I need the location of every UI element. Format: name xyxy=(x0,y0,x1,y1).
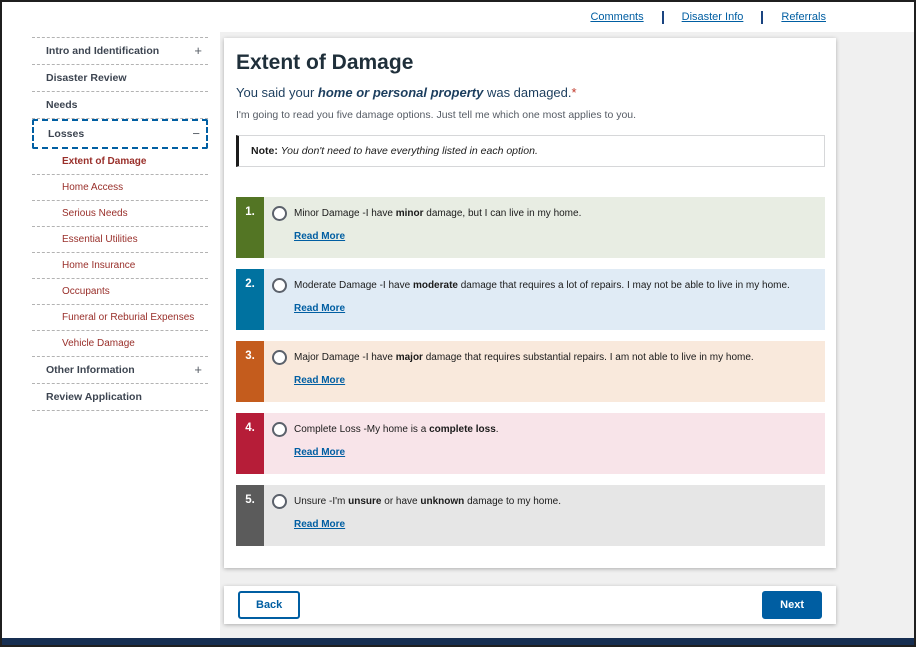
link-separator xyxy=(662,11,664,24)
main-card: Extent of Damage You said your home or p… xyxy=(224,38,836,568)
read-more-link[interactable]: Read More xyxy=(294,447,345,458)
sidebar-item-disaster-review[interactable]: Disaster Review xyxy=(32,65,208,92)
back-button[interactable]: Back xyxy=(238,591,300,619)
read-more-link[interactable]: Read More xyxy=(294,303,345,314)
sidebar-subitem-funeral-or-reburial-expenses[interactable]: Funeral or Reburial Expenses xyxy=(32,305,208,331)
radio-button[interactable] xyxy=(272,422,287,437)
radio-button[interactable] xyxy=(272,350,287,365)
sidebar-item-label: Losses xyxy=(48,128,84,140)
sidebar-subitem-vehicle-damage[interactable]: Vehicle Damage xyxy=(32,331,208,357)
sidebar-nav-list: Intro and Identification + Disaster Review… xyxy=(32,37,208,411)
sidebar-subitem-home-insurance[interactable]: Home Insurance xyxy=(32,253,208,279)
read-more-link[interactable]: Read More xyxy=(294,519,345,530)
action-bar: Back Next xyxy=(224,586,836,624)
radio-button[interactable] xyxy=(272,278,287,293)
option-text: Unsure -I'm unsure or have unknown damag… xyxy=(294,496,561,507)
sidebar-subitem-extent-of-damage[interactable]: Extent of Damage xyxy=(32,149,208,175)
option-number: 2. xyxy=(236,269,264,330)
option-number: 5. xyxy=(236,485,264,546)
option-number: 1. xyxy=(236,197,264,258)
content-area: Extent of Damage You said your home or p… xyxy=(220,32,914,638)
next-button[interactable]: Next xyxy=(762,591,822,619)
damage-option-2: 2. Moderate Damage -I have moderate damag… xyxy=(236,269,825,330)
option-number: 3. xyxy=(236,341,264,402)
minus-icon[interactable]: − xyxy=(192,129,200,139)
sidebar-item-intro-and-identification[interactable]: Intro and Identification + xyxy=(32,38,208,65)
option-text: Major Damage -I have major damage that r… xyxy=(294,352,754,363)
damage-option-4: 4. Complete Loss -My home is a complete l… xyxy=(236,413,825,474)
read-more-link[interactable]: Read More xyxy=(294,231,345,242)
top-link-referrals[interactable]: Referrals xyxy=(781,11,826,23)
note-box: Note: You don't need to have everything … xyxy=(236,135,825,167)
sidebar-subitem-home-access[interactable]: Home Access xyxy=(32,175,208,201)
read-more-link[interactable]: Read More xyxy=(294,375,345,386)
main-layout: Intro and Identification + Disaster Review… xyxy=(2,32,914,638)
damage-options-list: 1. Minor Damage -I have minor damage, but… xyxy=(236,197,825,546)
option-body: Unsure -I'm unsure or have unknown damag… xyxy=(264,485,825,546)
sidebar-item-label: Needs xyxy=(46,99,78,111)
option-text: Moderate Damage -I have moderate damage … xyxy=(294,280,790,291)
damage-option-1: 1. Minor Damage -I have minor damage, but… xyxy=(236,197,825,258)
sidebar-item-other-information[interactable]: Other Information + xyxy=(32,357,208,384)
plus-icon[interactable]: + xyxy=(194,365,202,375)
intro-text: I'm going to read you five damage option… xyxy=(236,109,825,121)
option-body: Minor Damage -I have minor damage, but I… xyxy=(264,197,825,258)
top-nav: Comments Disaster Info Referrals xyxy=(2,2,914,32)
sidebar-subitem-essential-utilities[interactable]: Essential Utilities xyxy=(32,227,208,253)
option-body: Major Damage -I have major damage that r… xyxy=(264,341,825,402)
sidebar-item-label: Review Application xyxy=(46,391,142,403)
option-text: Complete Loss -My home is a complete los… xyxy=(294,424,499,435)
link-separator xyxy=(761,11,763,24)
sidebar-item-label: Intro and Identification xyxy=(46,45,159,57)
option-text: Minor Damage -I have minor damage, but I… xyxy=(294,208,581,219)
radio-button[interactable] xyxy=(272,494,287,509)
sidebar-subitem-occupants[interactable]: Occupants xyxy=(32,279,208,305)
sidebar-item-label: Other Information xyxy=(46,364,135,376)
plus-icon[interactable]: + xyxy=(194,46,202,56)
page-title: Extent of Damage xyxy=(236,51,825,75)
question-text: You said your home or personal property … xyxy=(236,85,825,100)
top-link-comments[interactable]: Comments xyxy=(590,11,643,23)
sidebar-subitem-serious-needs[interactable]: Serious Needs xyxy=(32,201,208,227)
damage-option-3: 3. Major Damage -I have major damage that… xyxy=(236,341,825,402)
top-link-disaster-info[interactable]: Disaster Info xyxy=(682,11,744,23)
option-body: Complete Loss -My home is a complete los… xyxy=(264,413,825,474)
radio-button[interactable] xyxy=(272,206,287,221)
application-window: Comments Disaster Info Referrals Intro and… xyxy=(0,0,916,647)
sidebar-item-needs[interactable]: Needs xyxy=(32,92,208,119)
sidebar-item-losses[interactable]: Losses − xyxy=(32,119,208,149)
option-body: Moderate Damage -I have moderate damage … xyxy=(264,269,825,330)
sidebar-item-review-application[interactable]: Review Application xyxy=(32,384,208,411)
damage-option-5: 5. Unsure -I'm unsure or have unknown dam… xyxy=(236,485,825,546)
option-number: 4. xyxy=(236,413,264,474)
sidebar-item-label: Disaster Review xyxy=(46,72,127,84)
footer-strip xyxy=(2,638,914,645)
sidebar: Intro and Identification + Disaster Review… xyxy=(2,32,220,638)
